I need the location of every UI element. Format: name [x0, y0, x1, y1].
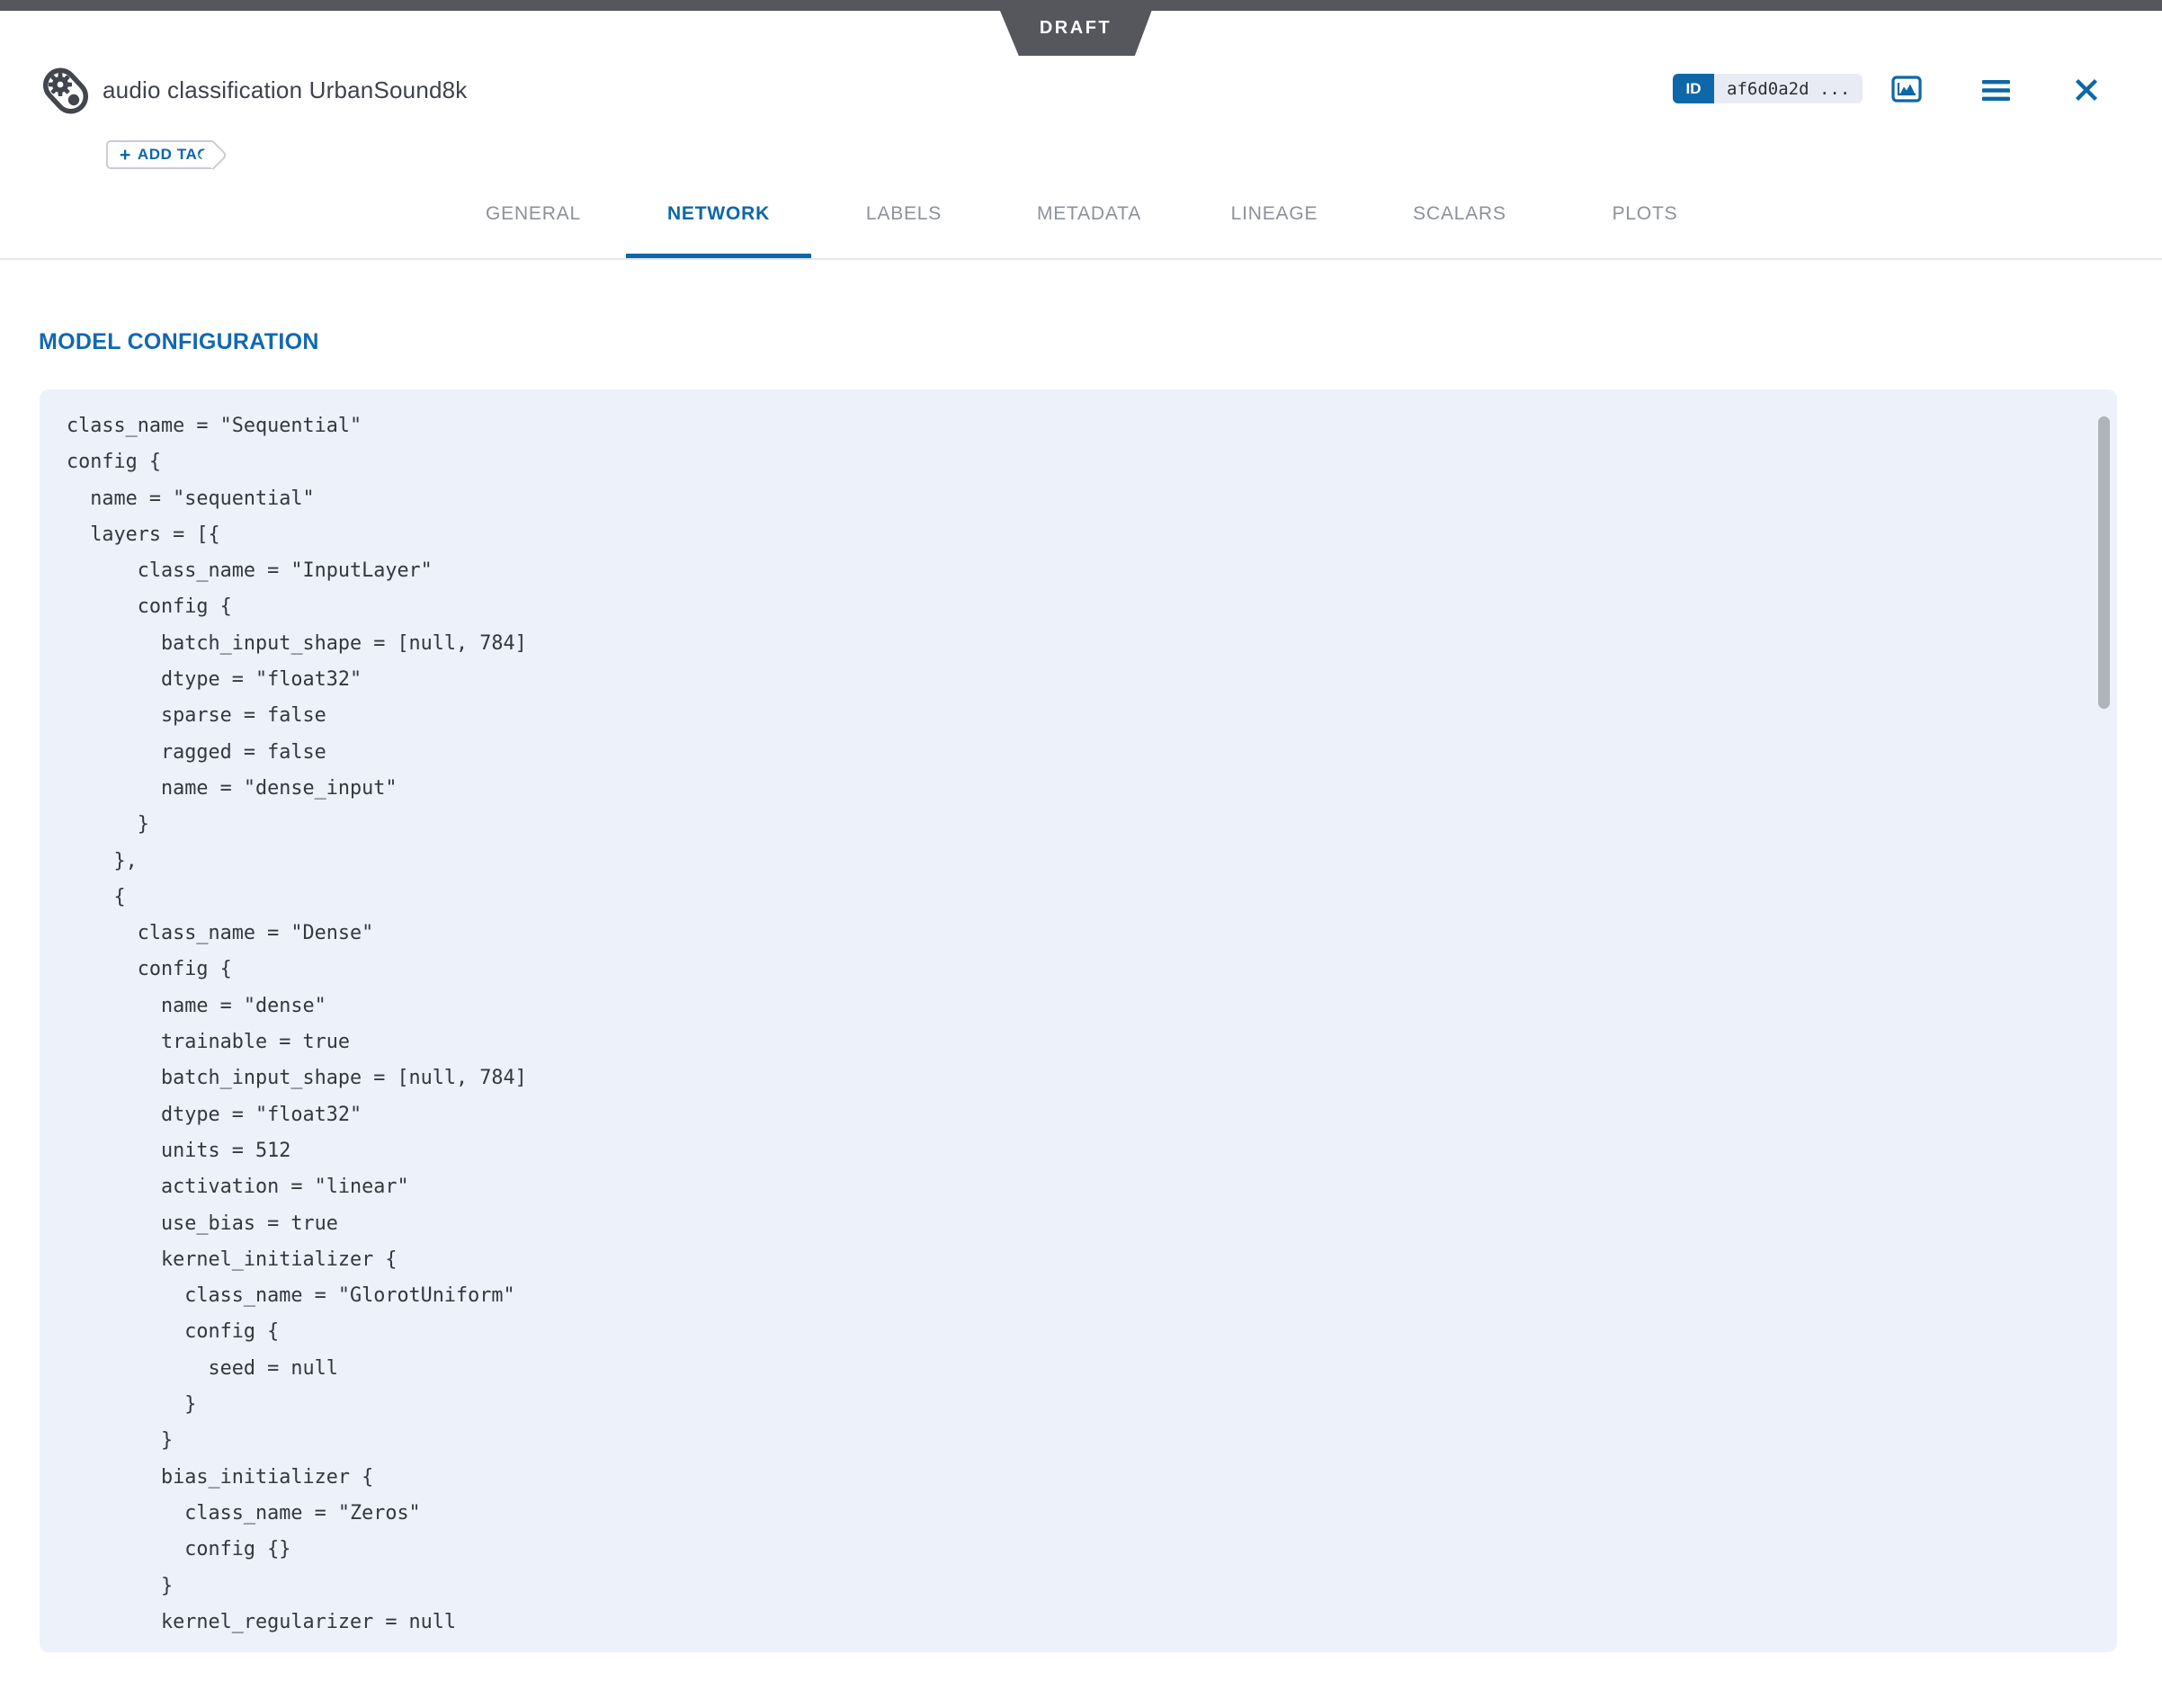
model-configuration-code: class_name = "Sequential" config { name …: [67, 408, 2090, 1641]
close-button[interactable]: [2075, 78, 2098, 102]
tab-bar: GENERALNETWORKLABELSMETADATALINEAGESCALA…: [0, 180, 2162, 248]
page-title: audio classification UrbanSound8k: [103, 76, 468, 104]
tab-plots[interactable]: PLOTS: [1552, 180, 1738, 248]
menu-button[interactable]: [1982, 80, 2010, 101]
section-title: MODEL CONFIGURATION: [39, 329, 319, 355]
scrollbar-thumb[interactable]: [2098, 416, 2110, 709]
tab-scalars[interactable]: SCALARS: [1367, 180, 1552, 248]
id-badge[interactable]: ID af6d0a2d ...: [1673, 74, 1863, 103]
model-configuration-panel: class_name = "Sequential" config { name …: [40, 389, 2117, 1652]
tab-labels[interactable]: LABELS: [811, 180, 996, 248]
tab-network[interactable]: NETWORK: [626, 180, 811, 248]
plots-icon: [1891, 76, 1922, 103]
menu-icon: [1982, 80, 2010, 101]
id-badge-value[interactable]: af6d0a2d ...: [1714, 74, 1863, 103]
id-badge-label: ID: [1673, 74, 1714, 103]
tab-general[interactable]: GENERAL: [441, 180, 626, 248]
header-divider: [0, 258, 2162, 260]
close-icon: [2075, 78, 2098, 102]
plus-icon: +: [120, 146, 131, 165]
model-icon: [40, 63, 92, 119]
tab-metadata[interactable]: METADATA: [996, 180, 1182, 248]
add-tag-button[interactable]: + ADD TAG: [106, 140, 213, 169]
tab-lineage[interactable]: LINEAGE: [1182, 180, 1367, 248]
status-ribbon-label: DRAFT: [1040, 18, 1112, 39]
status-ribbon: DRAFT: [996, 0, 1156, 56]
plots-view-button[interactable]: [1891, 76, 1922, 103]
